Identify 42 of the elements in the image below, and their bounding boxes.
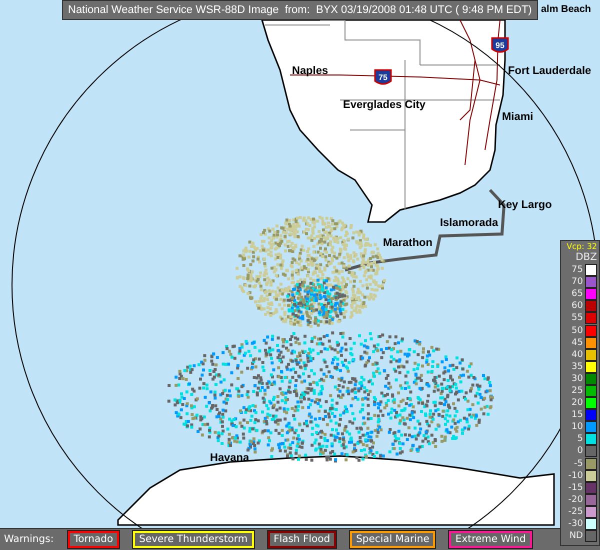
warning-type-tag: Tornado: [68, 531, 120, 548]
legend-value: 70: [572, 277, 583, 288]
warnings-label: Warnings:: [4, 534, 54, 545]
warning-type-tag: Special Marine: [350, 531, 436, 548]
city-label: Miami: [502, 111, 534, 123]
window-title: National Weather Service WSR-88D Image from: BYX 03/19/2008 01:48 UTC ( 9:48 PM EDT): [62, 0, 538, 20]
legend-value: 75: [572, 265, 583, 276]
city-label: alm Beach: [541, 4, 592, 15]
warning-type-tag: Flash Flood: [268, 531, 336, 548]
legend-value: 35: [572, 362, 583, 372]
legend-value: 20: [572, 398, 583, 408]
city-label: Fort Lauderdale: [508, 65, 592, 77]
legend-value: 25: [572, 386, 583, 396]
legend-value: 45: [572, 338, 583, 348]
city-label: Naples: [292, 65, 328, 77]
city-label: Havana: [210, 452, 250, 464]
legend-value: 15: [572, 410, 583, 420]
legend-value: 10: [572, 422, 583, 432]
warning-type-tag: Severe Thunderstorm: [133, 531, 254, 548]
city-label: Marathon: [383, 237, 432, 249]
legend-value: 0: [577, 446, 583, 456]
legend-value: -25: [568, 506, 583, 517]
legend-value: -15: [568, 482, 583, 493]
legend-value: -20: [568, 494, 583, 505]
legend-value: -10: [568, 470, 583, 481]
city-label: Islamorada: [440, 217, 498, 229]
unit-label: DBZ: [576, 252, 597, 264]
legend-value: 50: [572, 326, 583, 336]
city-label: Everglades City: [343, 99, 426, 111]
legend-value: 5: [577, 434, 583, 444]
legend-value: -30: [568, 519, 583, 530]
highway-number: 75: [378, 73, 388, 82]
legend-value: 55: [572, 313, 583, 324]
legend-value: ND: [569, 531, 583, 542]
legend-value: 30: [572, 374, 583, 384]
vcp-label: Vcp: 32: [566, 242, 597, 252]
warning-type-tag: Extreme Wind: [449, 531, 532, 548]
legend-value: 60: [572, 301, 583, 312]
legend-value: -5: [574, 458, 583, 469]
highway-number: 95: [496, 41, 504, 50]
legend-value: 40: [572, 350, 583, 360]
legend-value: 65: [572, 289, 583, 300]
